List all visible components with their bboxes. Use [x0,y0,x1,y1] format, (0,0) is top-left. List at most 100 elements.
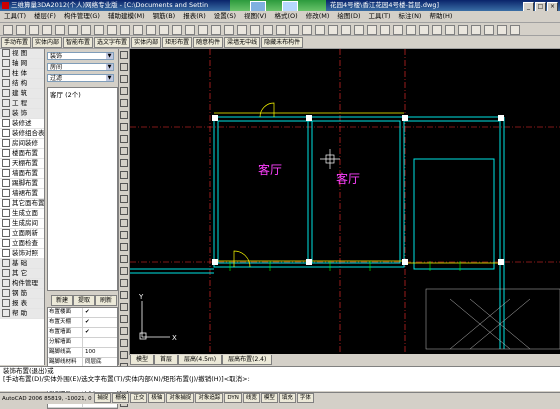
menu-item[interactable]: 构件管理(G) [60,11,104,22]
property-row[interactable]: 分解墙面 [48,338,117,348]
sidebar-item[interactable]: 立面检查 [0,239,44,249]
overlay-icon-a[interactable] [250,1,266,11]
command-line[interactable]: 装饰布置(退出)或 [手动布置(D)/实体外围(E)/选文字布置(T)/实体内部… [0,366,560,391]
draw-tool-icon[interactable] [120,351,128,359]
status-toggle-button[interactable]: 线宽 [242,393,260,403]
smart-layout-button[interactable]: 智能布置 [63,37,94,48]
menu-item[interactable]: 绘图(D) [333,11,364,22]
sidebar-item[interactable]: 轴 网 [0,59,44,69]
toolbar-icon[interactable] [276,25,286,35]
status-toggle-button[interactable]: 对象追踪 [195,393,224,403]
property-row[interactable]: 布置楼面 ✔ [48,308,117,318]
draw-tool-icon[interactable] [120,111,128,119]
entity-inside-button[interactable]: 实体内部 [32,37,63,48]
toolbar-icon[interactable] [302,25,312,35]
toolbar-icon[interactable] [393,25,403,35]
type-select[interactable]: 房间 ▼ [47,63,114,71]
free-component-button[interactable]: 随意构件 [193,37,224,48]
toolbar-icon[interactable] [354,25,364,35]
menu-item[interactable]: 格式(O) [271,11,302,22]
sidebar-item[interactable]: 楼面布置 [0,149,44,159]
draw-tool-icon[interactable] [120,291,128,299]
sidebar-item[interactable]: 踢脚布置 [0,179,44,189]
maximize-icon[interactable]: □ [535,2,546,11]
toolbar-icon[interactable] [198,25,208,35]
hide-unplaced-button[interactable]: 隐藏未布构件 [261,37,304,48]
sidebar-item[interactable]: 报 表 [0,299,44,309]
property-row[interactable]: 布置墙面 ✔ [48,328,117,338]
sidebar-item[interactable]: 天棚布置 [0,159,44,169]
toolbar-icon[interactable] [432,25,442,35]
status-toggle-button[interactable]: 模型 [260,393,278,403]
sidebar-item[interactable]: 房间装修 [0,139,44,149]
draw-tool-icon[interactable] [120,315,128,323]
draw-tool-icon[interactable] [120,123,128,131]
draw-tool-icon[interactable] [120,219,128,227]
sidebar-item[interactable]: 视 图 [0,49,44,59]
tab-height[interactable]: 层高(4.5m) [178,355,223,365]
toolbar-icon[interactable] [120,25,130,35]
status-toggle-button[interactable]: 对象捕捉 [166,393,195,403]
status-toggle-button[interactable]: 极轴 [148,393,166,403]
toolbar-icon[interactable] [172,25,182,35]
toolbar-icon[interactable] [328,25,338,35]
sidebar-item[interactable]: 其它面布置 [0,199,44,209]
menu-item[interactable]: 帮助(H) [425,11,456,22]
draw-tool-icon[interactable] [120,135,128,143]
draw-tool-icon[interactable] [120,171,128,179]
minimize-icon[interactable]: _ [523,2,534,11]
draw-tool-icon[interactable] [120,327,128,335]
toolbar-icon[interactable] [263,25,273,35]
toolbar-icon[interactable] [380,25,390,35]
toolbar-icon[interactable] [315,25,325,35]
draw-tool-icon[interactable] [120,99,128,107]
toolbar-icon[interactable] [146,25,156,35]
extract-button[interactable]: 提取 [73,295,95,306]
checkmark-icon[interactable]: ✔ [83,308,90,317]
sidebar-item[interactable]: 装 饰 [0,109,44,119]
property-row[interactable]: 踢脚线高 100 [48,348,117,358]
draw-tool-icon[interactable] [120,147,128,155]
toolbar-icon[interactable] [458,25,468,35]
checkmark-icon[interactable]: ✔ [83,328,90,337]
toolbar-icon[interactable] [81,25,91,35]
category-select[interactable]: 装饰 ▼ [47,52,114,60]
tab-height-layout[interactable]: 层高布置(2.4) [222,355,273,365]
property-value[interactable]: 100 [83,348,96,357]
menu-item[interactable]: 工具(T) [0,11,30,22]
entity-inside-button-2[interactable]: 实体内部 [131,37,162,48]
sidebar-item[interactable]: 其 它 [0,269,44,279]
toolbar-icon[interactable] [250,25,260,35]
component-list[interactable]: 客厅 (2个) [47,87,118,291]
draw-tool-icon[interactable] [120,51,128,59]
toolbar-icon[interactable] [224,25,234,35]
draw-tool-icon[interactable] [120,339,128,347]
toolbar-icon[interactable] [133,25,143,35]
beam-wall-button[interactable]: 梁墙无中线 [224,37,261,48]
text-layout-button[interactable]: 选文字布置 [94,37,131,48]
status-toggle-button[interactable]: DYN [224,393,242,403]
toolbar-icon[interactable] [159,25,169,35]
sidebar-item[interactable]: 构件管理 [0,279,44,289]
toolbar-icon[interactable] [237,25,247,35]
toolbar-icon[interactable] [471,25,481,35]
sidebar-item[interactable]: 生成房间 [0,219,44,229]
menu-item[interactable]: 钢筋(B) [149,11,180,22]
sidebar-item[interactable]: 结 构 [0,79,44,89]
toolbar-icon[interactable] [107,25,117,35]
status-toggle-button[interactable]: 正交 [130,393,148,403]
sidebar-item[interactable]: 生成立面 [0,209,44,219]
toolbar-icon[interactable] [29,25,39,35]
draw-tool-icon[interactable] [120,231,128,239]
toolbar-icon[interactable] [55,25,65,35]
sidebar-item[interactable]: 建 筑 [0,89,44,99]
menu-item[interactable]: 报表(R) [179,11,210,22]
status-toggle-button[interactable]: 填充 [278,393,296,403]
close-icon[interactable]: × [547,2,558,11]
draw-tool-icon[interactable] [120,63,128,71]
toolbar-icon[interactable] [42,25,52,35]
menu-item[interactable]: 修改(M) [302,11,334,22]
menu-item[interactable]: 工具(T) [364,11,394,22]
sidebar-item[interactable]: 装饰对照 [0,249,44,259]
draw-tool-icon[interactable] [120,195,128,203]
